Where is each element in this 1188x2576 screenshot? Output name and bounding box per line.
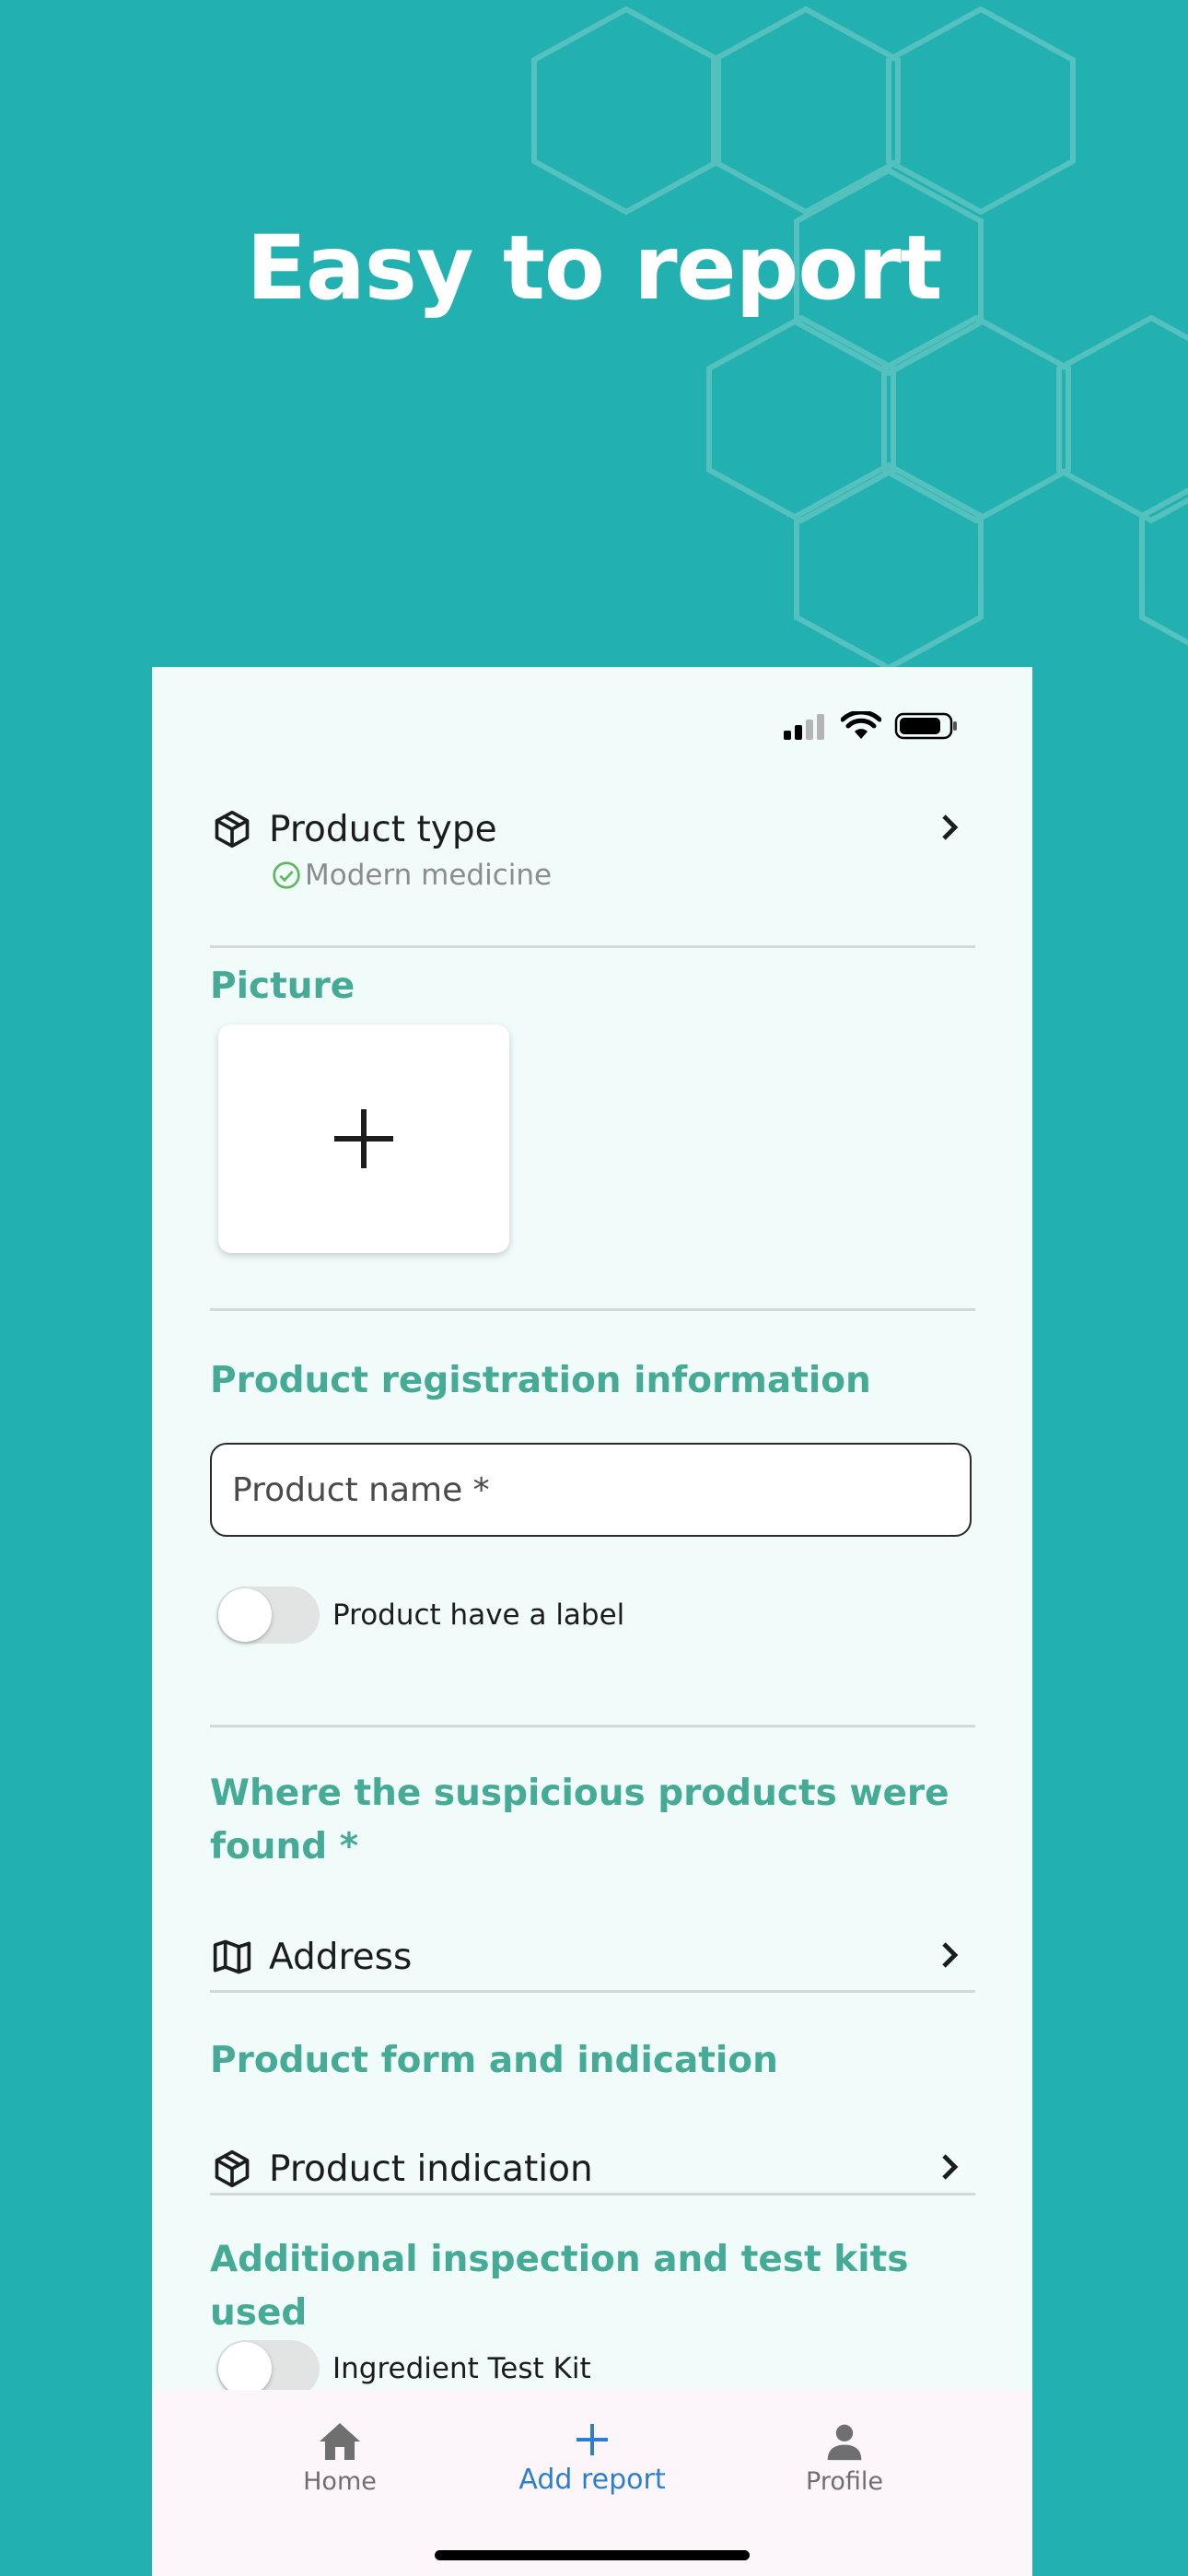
location-heading: Where the suspicious products were found…	[210, 1773, 949, 1868]
label-toggle-row: Product have a label	[216, 1587, 624, 1644]
nav-add-report[interactable]: Add report	[482, 2421, 703, 2496]
chevron-right-icon	[937, 2150, 962, 2187]
wifi-icon	[841, 711, 881, 739]
nav-home-label: Home	[303, 2467, 377, 2496]
form-indication-heading: Product form and indication	[210, 2040, 778, 2081]
plus-icon	[334, 1109, 393, 1168]
person-icon	[827, 2424, 862, 2461]
picture-heading: Picture	[210, 966, 355, 1007]
nav-profile-label: Profile	[806, 2467, 883, 2496]
test-kit-toggle-row: Ingredient Test Kit	[216, 2340, 591, 2397]
test-kits-heading: Additional inspection and test kits used	[210, 2239, 909, 2334]
address-row[interactable]: Address	[210, 1935, 975, 1979]
check-circle-icon	[273, 861, 300, 889]
divider	[210, 2193, 975, 2195]
nav-profile[interactable]: Profile	[734, 2421, 955, 2496]
ingredient-test-kit-toggle[interactable]	[216, 2340, 320, 2397]
product-type-label: Product type	[269, 808, 497, 850]
nav-home[interactable]: Home	[229, 2421, 450, 2496]
divider	[210, 945, 975, 948]
chevron-right-icon	[937, 811, 962, 848]
product-name-input[interactable]: Product name *	[210, 1443, 972, 1537]
hexagon-pattern	[531, 6, 1188, 672]
battery-icon	[894, 712, 957, 740]
bottom-navigation: Home Add report Profile	[152, 2390, 1032, 2576]
divider	[210, 1308, 975, 1311]
divider	[210, 1990, 975, 1993]
product-label-toggle-label: Product have a label	[332, 1598, 625, 1632]
registration-heading: Product registration information	[210, 1360, 871, 1401]
map-icon	[210, 1935, 254, 1979]
product-indication-label: Product indication	[269, 2148, 593, 2190]
package-icon	[210, 807, 254, 851]
nav-add-report-label: Add report	[518, 2464, 666, 2496]
product-name-placeholder: Product name *	[232, 1470, 490, 1509]
product-type-value: Modern medicine	[272, 859, 552, 892]
chevron-right-icon	[937, 1938, 962, 1975]
package-icon	[210, 2147, 254, 2191]
ingredient-test-kit-label: Ingredient Test Kit	[332, 2352, 591, 2385]
home-icon	[320, 2423, 360, 2460]
home-indicator	[435, 2550, 750, 2560]
product-indication-row[interactable]: Product indication	[210, 2147, 975, 2191]
add-picture-button[interactable]	[218, 1025, 509, 1253]
address-label: Address	[269, 1936, 413, 1978]
plus-icon	[577, 2424, 608, 2455]
cellular-signal-icon	[784, 714, 824, 740]
status-bar	[782, 711, 959, 741]
product-type-row[interactable]: Product type	[210, 807, 975, 851]
product-label-toggle[interactable]	[216, 1587, 320, 1644]
product-type-value-text: Modern medicine	[305, 859, 553, 892]
headline: Easy to report	[246, 217, 942, 320]
divider	[210, 1725, 975, 1727]
phone-screen: Product type Modern medicine Picture Pro…	[152, 667, 1032, 2576]
